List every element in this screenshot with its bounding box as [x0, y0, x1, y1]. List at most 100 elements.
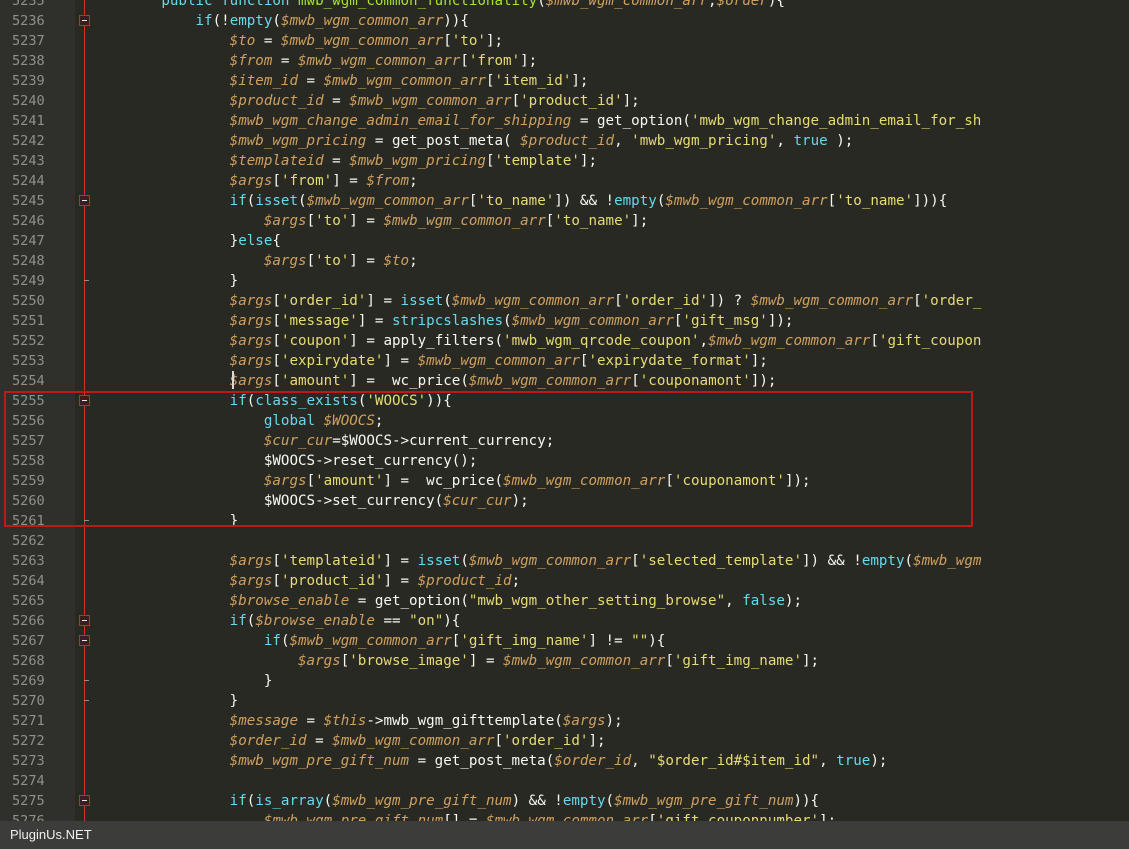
code-token: (	[494, 333, 504, 349]
code-text: $message = $this->mwb_wgm_gifttemplate($…	[93, 711, 623, 731]
code-line[interactable]: 5243 $templateid = $mwb_wgm_pricing['tem…	[0, 151, 1129, 171]
fold-toggle-icon[interactable]	[78, 11, 92, 31]
code-line[interactable]: 5256 global $WOOCS;	[0, 411, 1129, 431]
code-line[interactable]: 5248 $args['to'] = $to;	[0, 251, 1129, 271]
code-token: ];	[819, 813, 837, 821]
code-line[interactable]: 5273 $mwb_wgm_pre_gift_num = get_post_me…	[0, 751, 1129, 771]
code-line[interactable]: 5267 if($mwb_wgm_common_arr['gift_img_na…	[0, 631, 1129, 651]
code-line[interactable]: 5268 $args['browse_image'] = $mwb_wgm_co…	[0, 651, 1129, 671]
code-text: $args['coupon'] = apply_filters('mwb_wgm…	[93, 331, 982, 351]
code-line[interactable]: 5276 $mwb_wgm_pre_gift_num[] = $mwb_wgm_…	[0, 811, 1129, 821]
code-line[interactable]: 5245 if(isset($mwb_wgm_common_arr['to_na…	[0, 191, 1129, 211]
code-line[interactable]: 5244 $args['from'] = $from;	[0, 171, 1129, 191]
code-text: $mwb_wgm_pre_gift_num = get_post_meta($o…	[93, 751, 888, 771]
code-line[interactable]: 5271 $message = $this->mwb_wgm_gifttempl…	[0, 711, 1129, 731]
fold-guide	[78, 731, 92, 751]
code-editor[interactable]: 5235 public function mwb_wgm_common_func…	[0, 0, 1129, 821]
code-line[interactable]: 5235 public function mwb_wgm_common_func…	[0, 0, 1129, 11]
line-gutter: 5273	[0, 751, 75, 771]
code-line[interactable]: 5262	[0, 531, 1129, 551]
code-token: (	[298, 193, 307, 209]
code-line[interactable]: 5274	[0, 771, 1129, 791]
code-token: ->mwb_wgm_gifttemplate(	[366, 713, 563, 729]
code-token: $mwb_wgm_pricing	[349, 153, 486, 169]
code-text: $args['order_id'] = isset($mwb_wgm_commo…	[93, 291, 982, 311]
code-line[interactable]: 5247 }else{	[0, 231, 1129, 251]
code-token: ;	[409, 253, 418, 269]
code-token: isset	[417, 553, 461, 569]
code-text: $WOOCS->reset_currency();	[93, 451, 478, 471]
code-text: $args['amount'] = wc_price($mwb_wgm_comm…	[93, 471, 811, 491]
code-line[interactable]: 5257 $cur_cur=$WOOCS->current_currency;	[0, 431, 1129, 451]
code-line[interactable]: 5269 }	[0, 671, 1129, 691]
code-line[interactable]: 5259 $args['amount'] = wc_price($mwb_wgm…	[0, 471, 1129, 491]
code-token: $mwb_wgm_pre_gift_num	[263, 813, 444, 821]
code-token: );	[870, 753, 888, 769]
code-line[interactable]: 5254 $args['amount'] = wc_price($mwb_wgm…	[0, 371, 1129, 391]
code-token: $mwb_wgm_common_arr	[280, 13, 444, 29]
code-line[interactable]: 5264 $args['product_id'] = $product_id;	[0, 571, 1129, 591]
line-number: 5243	[12, 153, 45, 169]
fold-toggle-icon[interactable]	[78, 631, 92, 651]
code-line[interactable]: 5249 }	[0, 271, 1129, 291]
code-token: (	[682, 113, 691, 129]
code-token: $mwb_wgm_common_arr	[708, 333, 871, 349]
code-token: get_post_meta	[391, 133, 504, 149]
code-line[interactable]: 5242 $mwb_wgm_pricing = get_post_meta( $…	[0, 131, 1129, 151]
code-line[interactable]: 5260 $WOOCS->set_currency($cur_cur);	[0, 491, 1129, 511]
fold-toggle-icon[interactable]	[78, 791, 92, 811]
code-token: =	[306, 733, 333, 749]
fold-guide	[78, 751, 92, 771]
code-line[interactable]: 5255 if(class_exists('WOOCS')){	[0, 391, 1129, 411]
fold-guide	[78, 771, 92, 791]
fold-toggle-icon[interactable]	[78, 611, 92, 631]
code-line[interactable]: 5253 $args['expirydate'] = $mwb_wgm_comm…	[0, 351, 1129, 371]
line-gutter: 5248	[0, 251, 75, 271]
code-line[interactable]: 5239 $item_id = $mwb_wgm_common_arr['ite…	[0, 71, 1129, 91]
code-line[interactable]: 5265 $browse_enable = get_option("mwb_wg…	[0, 591, 1129, 611]
code-token: [	[827, 193, 837, 209]
code-line[interactable]: 5258 $WOOCS->reset_currency();	[0, 451, 1129, 471]
code-token: (	[503, 313, 512, 329]
code-token: ))	[443, 13, 461, 29]
code-token: $cur_cur	[263, 433, 333, 449]
line-number: 5267	[12, 633, 45, 649]
line-gutter: 5238	[0, 51, 75, 71]
code-token: mwb_wgm_common_functionality	[298, 0, 538, 9]
code-line[interactable]: 5237 $to = $mwb_wgm_common_arr['to'];	[0, 31, 1129, 51]
code-line[interactable]: 5261 }	[0, 511, 1129, 531]
code-token: $browse_enable	[255, 613, 375, 629]
fold-guide	[78, 551, 92, 571]
code-token: $mwb_wgm_common_arr	[289, 633, 452, 649]
code-line[interactable]: 5251 $args['message'] = stripcslashes($m…	[0, 311, 1129, 331]
code-line[interactable]: 5236 if(!empty($mwb_wgm_common_arr)){	[0, 11, 1129, 31]
line-gutter: 5243	[0, 151, 75, 171]
code-line[interactable]: 5272 $order_id = $mwb_wgm_common_arr['or…	[0, 731, 1129, 751]
line-gutter: 5240	[0, 91, 75, 111]
code-token: ,	[631, 753, 649, 769]
code-line[interactable]: 5240 $product_id = $mwb_wgm_common_arr['…	[0, 91, 1129, 111]
code-token: (	[503, 133, 521, 149]
fold-toggle-icon[interactable]	[78, 191, 92, 211]
code-text: }	[93, 271, 239, 291]
line-number: 5235	[12, 0, 45, 9]
code-line[interactable]: 5275 if(is_array($mwb_wgm_pre_gift_num) …	[0, 791, 1129, 811]
code-line[interactable]: 5241 $mwb_wgm_change_admin_email_for_shi…	[0, 111, 1129, 131]
code-line[interactable]: 5252 $args['coupon'] = apply_filters('mw…	[0, 331, 1129, 351]
code-line[interactable]: 5270 }	[0, 691, 1129, 711]
code-token: 'to_name'	[836, 193, 914, 209]
code-line[interactable]: 5238 $from = $mwb_wgm_common_arr['from']…	[0, 51, 1129, 71]
code-token: $order_id	[554, 753, 632, 769]
code-token: $mwb_wgm_common_arr	[332, 733, 495, 749]
code-line[interactable]: 5263 $args['templateid'] = isset($mwb_wg…	[0, 551, 1129, 571]
line-gutter: 5258	[0, 451, 75, 471]
code-token: =	[409, 753, 435, 769]
code-line[interactable]: 5246 $args['to'] = $mwb_wgm_common_arr['…	[0, 211, 1129, 231]
fold-toggle-icon[interactable]	[78, 391, 92, 411]
code-line[interactable]: 5266 if($browse_enable == "on"){	[0, 611, 1129, 631]
code-line[interactable]: 5250 $args['order_id'] = isset($mwb_wgm_…	[0, 291, 1129, 311]
code-token: =	[255, 33, 281, 49]
line-gutter: 5256	[0, 411, 75, 431]
